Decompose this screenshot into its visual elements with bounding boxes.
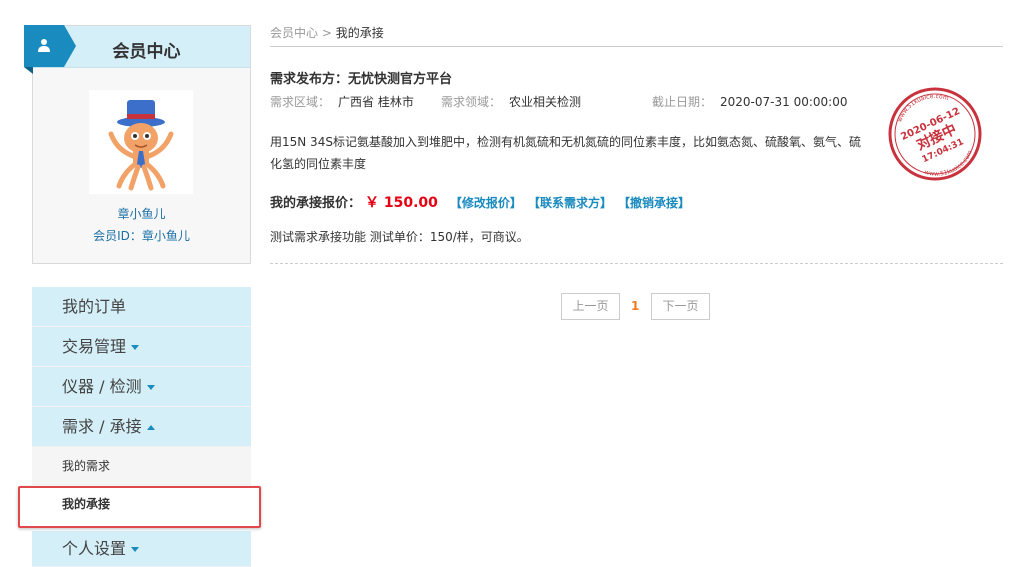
next-page-button[interactable]: 下一页 [651, 293, 710, 320]
sidebar-item-trade-management[interactable]: 交易管理 [32, 327, 251, 367]
item-divider [270, 263, 1003, 264]
field-key: 需求领域： [441, 95, 502, 109]
current-page-number[interactable]: 1 [631, 299, 639, 313]
breadcrumb-separator: > [321, 26, 332, 40]
request-deadline: 截止日期： 2020-07-31 00:00:00 [652, 93, 847, 110]
request-region: 需求区域： 广西省 桂林市 [270, 93, 414, 110]
breadcrumb: 会员中心 > 我的承接 [270, 24, 384, 41]
member-id: 会员ID：章小鱼儿 [93, 229, 190, 243]
contact-requester-link[interactable]: 【联系需求方】 [534, 196, 612, 210]
caret-up-icon [146, 425, 155, 430]
sidebar-subitem-label: 我的承接 [62, 497, 111, 511]
status-stamp: 2020-06-12 对接中 17:04:31 www.51kuaice.com… [888, 86, 982, 182]
breadcrumb-current: 我的承接 [335, 26, 384, 40]
sidebar-item-label: 仪器 / 检测 [62, 377, 142, 396]
caret-down-icon [131, 547, 140, 552]
request-field: 需求领域： 农业相关检测 [441, 93, 581, 110]
sidebar-item-instruments-testing[interactable]: 仪器 / 检测 [32, 367, 251, 407]
cancel-undertake-link[interactable]: 【撤销承接】 [624, 196, 690, 210]
quote-label: 我的承接报价： [270, 196, 362, 211]
header-divider [270, 46, 1003, 47]
sidebar-item-personal-settings[interactable]: 个人设置 [32, 523, 251, 567]
edit-quote-link[interactable]: 【修改报价】 [450, 196, 522, 210]
sidebar-item-label: 需求 / 承接 [62, 417, 142, 436]
sidebar-menu: 我的订单 交易管理 仪器 / 检测 需求 / 承接 我的需求 我的承接 个人设置 [32, 287, 251, 567]
member-center-title: 会员中心 [112, 42, 181, 62]
breadcrumb-root[interactable]: 会员中心 [270, 26, 318, 40]
sidebar-item-label: 交易管理 [62, 337, 127, 356]
region-key: 需求区域： [270, 95, 331, 109]
prev-page-button[interactable]: 上一页 [561, 293, 620, 320]
quote-price: ￥ 150.00 [365, 195, 438, 211]
undertake-note: 测试需求承接功能 测试单价：150/样，可商议。 [270, 230, 529, 244]
caret-down-icon [131, 345, 140, 350]
sidebar-item-label: 个人设置 [62, 539, 127, 558]
region-value: 广西省 桂林市 [338, 95, 414, 109]
sidebar-subitem-my-demands[interactable]: 我的需求 [32, 447, 251, 485]
member-card: 会员中心 章小鱼儿 会员ID：章小鱼儿 [24, 25, 251, 264]
deadline-value: 2020-07-31 00:00:00 [720, 95, 848, 109]
member-name[interactable]: 章小鱼儿 [33, 205, 250, 222]
caret-down-icon [146, 385, 155, 390]
sidebar-subitem-label: 我的需求 [62, 459, 111, 473]
sidebar-subitem-my-undertakings[interactable]: 我的承接 [32, 485, 251, 523]
member-card-header: 会员中心 [24, 25, 250, 74]
field-value: 农业相关检测 [509, 95, 582, 109]
octopus-avatar-icon [89, 90, 193, 194]
avatar[interactable] [89, 90, 193, 194]
sidebar-item-label: 我的订单 [62, 297, 127, 316]
request-description: 用15N 34S标记氨基酸加入到堆肥中，检测有机氮硫和无机氮硫的同位素丰度，比如… [270, 135, 861, 171]
deadline-key: 截止日期： [652, 95, 713, 109]
quote-row: 我的承接报价： ￥ 150.00 【修改报价】 【联系需求方】 【撤销承接】 [270, 192, 690, 212]
request-title: 需求发布方：无忧快测官方平台 [270, 72, 453, 87]
sidebar-item-demand-undertake[interactable]: 需求 / 承接 [32, 407, 251, 447]
sidebar-item-my-orders[interactable]: 我的订单 [32, 287, 251, 327]
